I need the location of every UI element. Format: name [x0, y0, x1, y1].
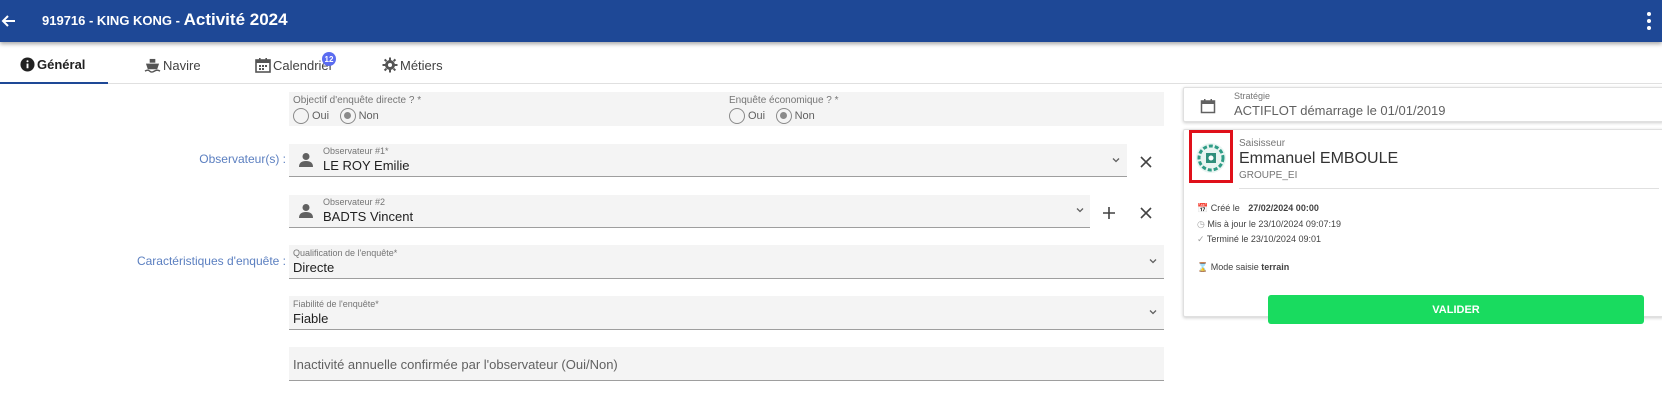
- tab-label: Navire: [163, 57, 201, 73]
- direct-survey-label: Objectif d'enquête directe ? *: [293, 95, 422, 106]
- close-icon[interactable]: [1138, 205, 1154, 221]
- survey-objectives-panel: Objectif d'enquête directe ? * Oui Non E…: [289, 92, 1164, 126]
- entry-label: Saisisseur: [1239, 138, 1286, 149]
- divider: [1239, 188, 1659, 189]
- entry-name: Emmanuel EMBOULE: [1239, 150, 1399, 167]
- economic-survey-radio-group: Oui Non: [729, 107, 821, 125]
- finished-text: Terminé le 23/10/2024 09:01: [1206, 234, 1321, 244]
- chevron-down-icon: [1112, 158, 1120, 163]
- tab-metiers[interactable]: Métiers: [382, 46, 443, 84]
- title-prefix: 919716 - KING KONG -: [42, 13, 184, 28]
- person-icon: [299, 153, 313, 167]
- clock-icon: ◷: [1197, 219, 1205, 229]
- updated-text: Mis à jour le 23/10/2024 09:07:19: [1207, 219, 1341, 229]
- finished-row: ✓ Terminé le 23/10/2024 09:01: [1197, 234, 1321, 245]
- calendar-icon: [1200, 99, 1216, 114]
- observer-1-select[interactable]: Observateur #1* LE ROY Emilie: [289, 144, 1127, 177]
- strategy-card: Stratégie ACTIFLOT démarrage le 01/01/20…: [1183, 87, 1662, 122]
- created-row: 📅 Créé le 27/02/2024 00:00: [1197, 203, 1319, 214]
- page-title: 919716 - KING KONG - Activité 2024: [42, 10, 288, 30]
- close-icon[interactable]: [1138, 154, 1154, 170]
- tab-label: Métiers: [400, 57, 443, 73]
- observer-1-value: LE ROY Emilie: [323, 158, 410, 173]
- inactivity-placeholder: Inactivité annuelle confirmée par l'obse…: [293, 357, 618, 372]
- qualification-value: Directe: [293, 260, 335, 275]
- person-icon: [299, 204, 313, 218]
- mode-prefix: Mode saisie: [1210, 262, 1259, 272]
- qualification-select[interactable]: Qualification de l'enquête* Directe: [289, 245, 1164, 279]
- tab-general[interactable]: Général: [0, 46, 108, 84]
- reliability-label: Fiabilité de l'enquête*: [293, 299, 379, 309]
- mode-row: ⌛ Mode saisie terrain: [1197, 262, 1289, 273]
- strategy-label: Stratégie: [1234, 91, 1271, 101]
- direct-non-radio[interactable]: [339, 107, 356, 124]
- eco-non-radio[interactable]: [775, 107, 792, 124]
- economic-survey-label: Enquête économique ? *: [729, 95, 839, 106]
- back-arrow-icon[interactable]: [0, 6, 20, 36]
- calendar-count-badge: 12: [322, 52, 336, 66]
- chevron-down-icon: [1149, 259, 1157, 264]
- check-icon: ✓: [1197, 234, 1205, 244]
- observers-section-label: Observateur(s) :: [199, 152, 286, 166]
- direct-survey-radio-group: Oui Non: [293, 107, 385, 125]
- ship-icon: [144, 58, 161, 73]
- qualification-label: Qualification de l'enquête*: [293, 248, 398, 258]
- eco-oui-radio[interactable]: [729, 107, 745, 124]
- strategy-value: ACTIFLOT démarrage le 01/01/2019: [1234, 103, 1446, 118]
- more-vert-icon[interactable]: [1646, 11, 1652, 31]
- app-header: 919716 - KING KONG - Activité 2024: [0, 0, 1662, 42]
- entry-card: Saisisseur Emmanuel EMBOULE GROUPE_EI 📅 …: [1183, 129, 1662, 317]
- reliability-value: Fiable: [293, 311, 329, 326]
- chevron-down-icon: [1149, 310, 1157, 315]
- tab-bar: Général Navire Calendrier 12 Métiers: [0, 46, 1662, 84]
- add-icon[interactable]: [1101, 205, 1117, 221]
- gear-icon: [382, 57, 398, 73]
- radio-label: Oui: [312, 109, 330, 122]
- validate-button[interactable]: VALIDER: [1268, 295, 1644, 324]
- reliability-select[interactable]: Fiabilité de l'enquête* Fiable: [289, 296, 1164, 330]
- mode-value: terrain: [1261, 262, 1290, 272]
- inactivity-input[interactable]: Inactivité annuelle confirmée par l'obse…: [289, 347, 1164, 381]
- hourglass-icon: ⌛: [1197, 262, 1209, 272]
- entry-group: GROUPE_EI: [1239, 170, 1298, 181]
- info-icon: [20, 56, 35, 72]
- radio-label: Oui: [748, 109, 766, 122]
- observer-1-label: Observateur #1*: [323, 146, 389, 156]
- chevron-down-icon: [1076, 208, 1084, 213]
- radio-label: Non: [358, 109, 379, 122]
- characteristics-section-label: Caractéristiques d'enquête :: [136, 254, 286, 268]
- tab-calendrier[interactable]: Calendrier: [255, 46, 333, 84]
- calendar-icon: [255, 58, 271, 73]
- observer-2-label: Observateur #2: [323, 197, 386, 207]
- avatar: [1196, 143, 1226, 173]
- tab-label: Général: [37, 56, 86, 72]
- observer-2-select[interactable]: Observateur #2 BADTS Vincent: [289, 195, 1090, 228]
- title-main: Activité 2024: [183, 10, 288, 29]
- tab-navire[interactable]: Navire: [144, 46, 201, 84]
- calendar-check-icon: 📅: [1197, 203, 1209, 213]
- updated-row: ◷ Mis à jour le 23/10/2024 09:07:19: [1197, 219, 1341, 230]
- created-value: 27/02/2024 00:00: [1248, 203, 1319, 213]
- observer-2-value: BADTS Vincent: [323, 209, 414, 224]
- created-prefix: Créé le: [1210, 203, 1240, 213]
- radio-label: Non: [794, 109, 815, 122]
- direct-oui-radio[interactable]: [293, 107, 309, 124]
